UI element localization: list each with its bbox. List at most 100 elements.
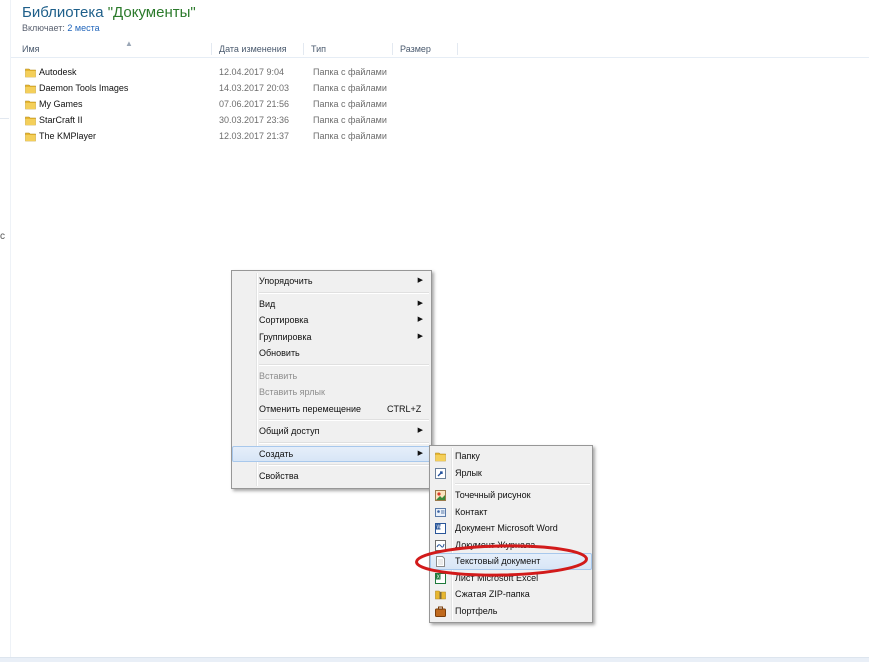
file-name: Autodesk bbox=[39, 67, 77, 77]
submenu-arrow-icon: ▶ bbox=[417, 332, 423, 340]
menu-item-share[interactable]: Общий доступ ▶ bbox=[232, 423, 431, 440]
menu-separator bbox=[259, 363, 429, 366]
menu-item-label: Обновить bbox=[259, 348, 300, 358]
menu-item-view[interactable]: Вид ▶ bbox=[232, 296, 431, 313]
menu-item-refresh[interactable]: Обновить bbox=[232, 345, 431, 362]
menu-separator bbox=[259, 441, 429, 444]
new-bitmap-item[interactable]: Точечный рисунок bbox=[430, 487, 592, 504]
file-row[interactable]: Daemon Tools Images 14.03.2017 20:03 Пап… bbox=[22, 81, 422, 97]
menu-item-label: Папку bbox=[455, 451, 480, 461]
menu-item-label: Документ Microsoft Word bbox=[455, 523, 558, 533]
menu-item-sort[interactable]: Сортировка ▶ bbox=[232, 312, 431, 329]
submenu-arrow-icon: ▶ bbox=[417, 427, 423, 434]
menu-item-label: Сжатая ZIP-папка bbox=[455, 589, 530, 599]
menu-item-label: Сортировка bbox=[259, 315, 309, 325]
file-date: 07.06.2017 21:56 bbox=[219, 99, 290, 109]
menu-item-label: Упорядочить bbox=[259, 276, 313, 286]
file-name: StarCraft II bbox=[39, 115, 83, 125]
submenu-arrow-icon: ▶ bbox=[417, 316, 423, 323]
menu-item-paste[interactable]: Вставить bbox=[232, 368, 431, 385]
file-type: Папка с файлами bbox=[313, 99, 387, 109]
file-name: My Games bbox=[39, 99, 83, 109]
file-type: Папка с файлами bbox=[313, 115, 387, 125]
menu-item-label: Создать bbox=[259, 448, 294, 459]
menu-item-paste-shortcut[interactable]: Вставить ярлык bbox=[232, 384, 431, 401]
file-list: Autodesk 12.04.2017 9:04 Папка с файлами… bbox=[22, 65, 422, 145]
menu-separator bbox=[259, 464, 429, 466]
folder-icon bbox=[25, 132, 36, 142]
folder-icon bbox=[25, 116, 36, 126]
annotation-ellipse bbox=[415, 544, 588, 577]
menu-item-label: Группировка bbox=[259, 331, 312, 342]
file-name: The KMPlayer bbox=[39, 131, 97, 141]
file-type: Папка с файлами bbox=[313, 131, 387, 141]
file-row[interactable]: StarCraft II 30.03.2017 23:36 Папка с фа… bbox=[22, 113, 422, 129]
file-type: Папка с файлами bbox=[313, 83, 387, 93]
folder-icon bbox=[435, 452, 446, 462]
new-shortcut-item[interactable]: Ярлык bbox=[430, 465, 592, 482]
context-menu: Упорядочить ▶ Вид ▶ Сортировка ▶ Группировк… bbox=[231, 270, 432, 489]
column-date-modified[interactable]: Дата изменения bbox=[219, 44, 287, 54]
column-divider[interactable] bbox=[392, 43, 393, 55]
navigation-pane-edge: с bbox=[0, 0, 11, 662]
library-title-name: "Документы" bbox=[107, 4, 196, 21]
menu-item-group[interactable]: Группировка ▶ bbox=[232, 329, 431, 346]
folder-icon bbox=[25, 68, 36, 78]
column-divider[interactable] bbox=[457, 43, 458, 55]
menu-item-label: Вид bbox=[259, 298, 276, 309]
new-briefcase-item[interactable]: Портфель bbox=[430, 603, 592, 620]
column-size[interactable]: Размер bbox=[400, 44, 431, 54]
library-title: Библиотека "Документы" bbox=[22, 4, 196, 22]
new-folder-item[interactable]: Папку bbox=[430, 448, 592, 465]
menu-item-new[interactable]: Создать ▶ bbox=[232, 445, 431, 462]
file-date: 12.03.2017 21:37 bbox=[219, 131, 290, 141]
menu-item-label: Отменить перемещение bbox=[259, 403, 362, 414]
menu-item-label: Контакт bbox=[455, 506, 488, 517]
column-header-bar: ▲ Имя Дата изменения Тип Размер bbox=[11, 39, 869, 58]
new-word-document-item[interactable]: W Документ Microsoft Word bbox=[430, 520, 592, 537]
sort-ascending-icon: ▲ bbox=[125, 39, 133, 48]
folder-icon bbox=[25, 100, 36, 110]
word-document-icon: W bbox=[435, 523, 446, 534]
new-zip-folder-item[interactable]: Сжатая ZIP-папка bbox=[430, 586, 592, 603]
file-name: Daemon Tools Images bbox=[39, 83, 129, 93]
shortcut-icon bbox=[435, 467, 446, 479]
library-includes: Включает: 2 места bbox=[22, 23, 196, 33]
menu-item-label: Портфель bbox=[455, 605, 498, 616]
file-row[interactable]: My Games 07.06.2017 21:56 Папка с файлам… bbox=[22, 97, 422, 113]
column-name[interactable]: Имя bbox=[22, 44, 40, 54]
menu-item-label: Ярлык bbox=[455, 467, 482, 478]
column-divider[interactable] bbox=[211, 43, 212, 55]
library-locations-link[interactable]: 2 места bbox=[67, 23, 99, 33]
navigation-pane-divider bbox=[0, 118, 9, 129]
menu-item-label: Вставить bbox=[259, 370, 298, 381]
file-row[interactable]: The KMPlayer 12.03.2017 21:37 Папка с фа… bbox=[22, 129, 422, 145]
menu-item-arrange[interactable]: Упорядочить ▶ bbox=[232, 273, 431, 290]
contact-card-icon bbox=[435, 507, 446, 517]
menu-item-label: Вставить ярлык bbox=[259, 387, 325, 397]
submenu-arrow-icon: ▶ bbox=[417, 277, 423, 284]
navigation-pane-truncated-text: с bbox=[0, 231, 5, 242]
new-contact-item[interactable]: Контакт bbox=[430, 504, 592, 521]
file-date: 12.04.2017 9:04 bbox=[219, 67, 285, 77]
menu-item-shortcut: CTRL+Z bbox=[387, 403, 422, 414]
briefcase-icon bbox=[435, 606, 446, 617]
file-date: 30.03.2017 23:36 bbox=[219, 115, 290, 125]
menu-item-undo-move[interactable]: Отменить перемещение CTRL+Z bbox=[232, 401, 431, 418]
submenu-arrow-icon: ▶ bbox=[417, 299, 423, 307]
file-date: 14.03.2017 20:03 bbox=[219, 83, 290, 93]
folder-icon bbox=[25, 84, 36, 94]
library-includes-label: Включает: bbox=[22, 23, 68, 33]
column-type[interactable]: Тип bbox=[311, 44, 326, 54]
paint-icon bbox=[435, 490, 446, 501]
zip-folder-icon bbox=[435, 590, 446, 600]
column-divider[interactable] bbox=[303, 43, 304, 55]
file-row[interactable]: Autodesk 12.04.2017 9:04 Папка с файлами bbox=[22, 65, 422, 81]
new-submenu: Папку Ярлык Точечный рисунок Контакт W Д… bbox=[429, 445, 593, 623]
menu-item-properties[interactable]: Свойства bbox=[232, 468, 431, 485]
menu-item-label: Свойства bbox=[259, 471, 299, 481]
menu-item-label: Общий доступ bbox=[259, 426, 320, 436]
file-type: Папка с файлами bbox=[313, 67, 387, 77]
menu-item-label: Точечный рисунок bbox=[455, 490, 531, 500]
submenu-arrow-icon: ▶ bbox=[417, 449, 423, 457]
